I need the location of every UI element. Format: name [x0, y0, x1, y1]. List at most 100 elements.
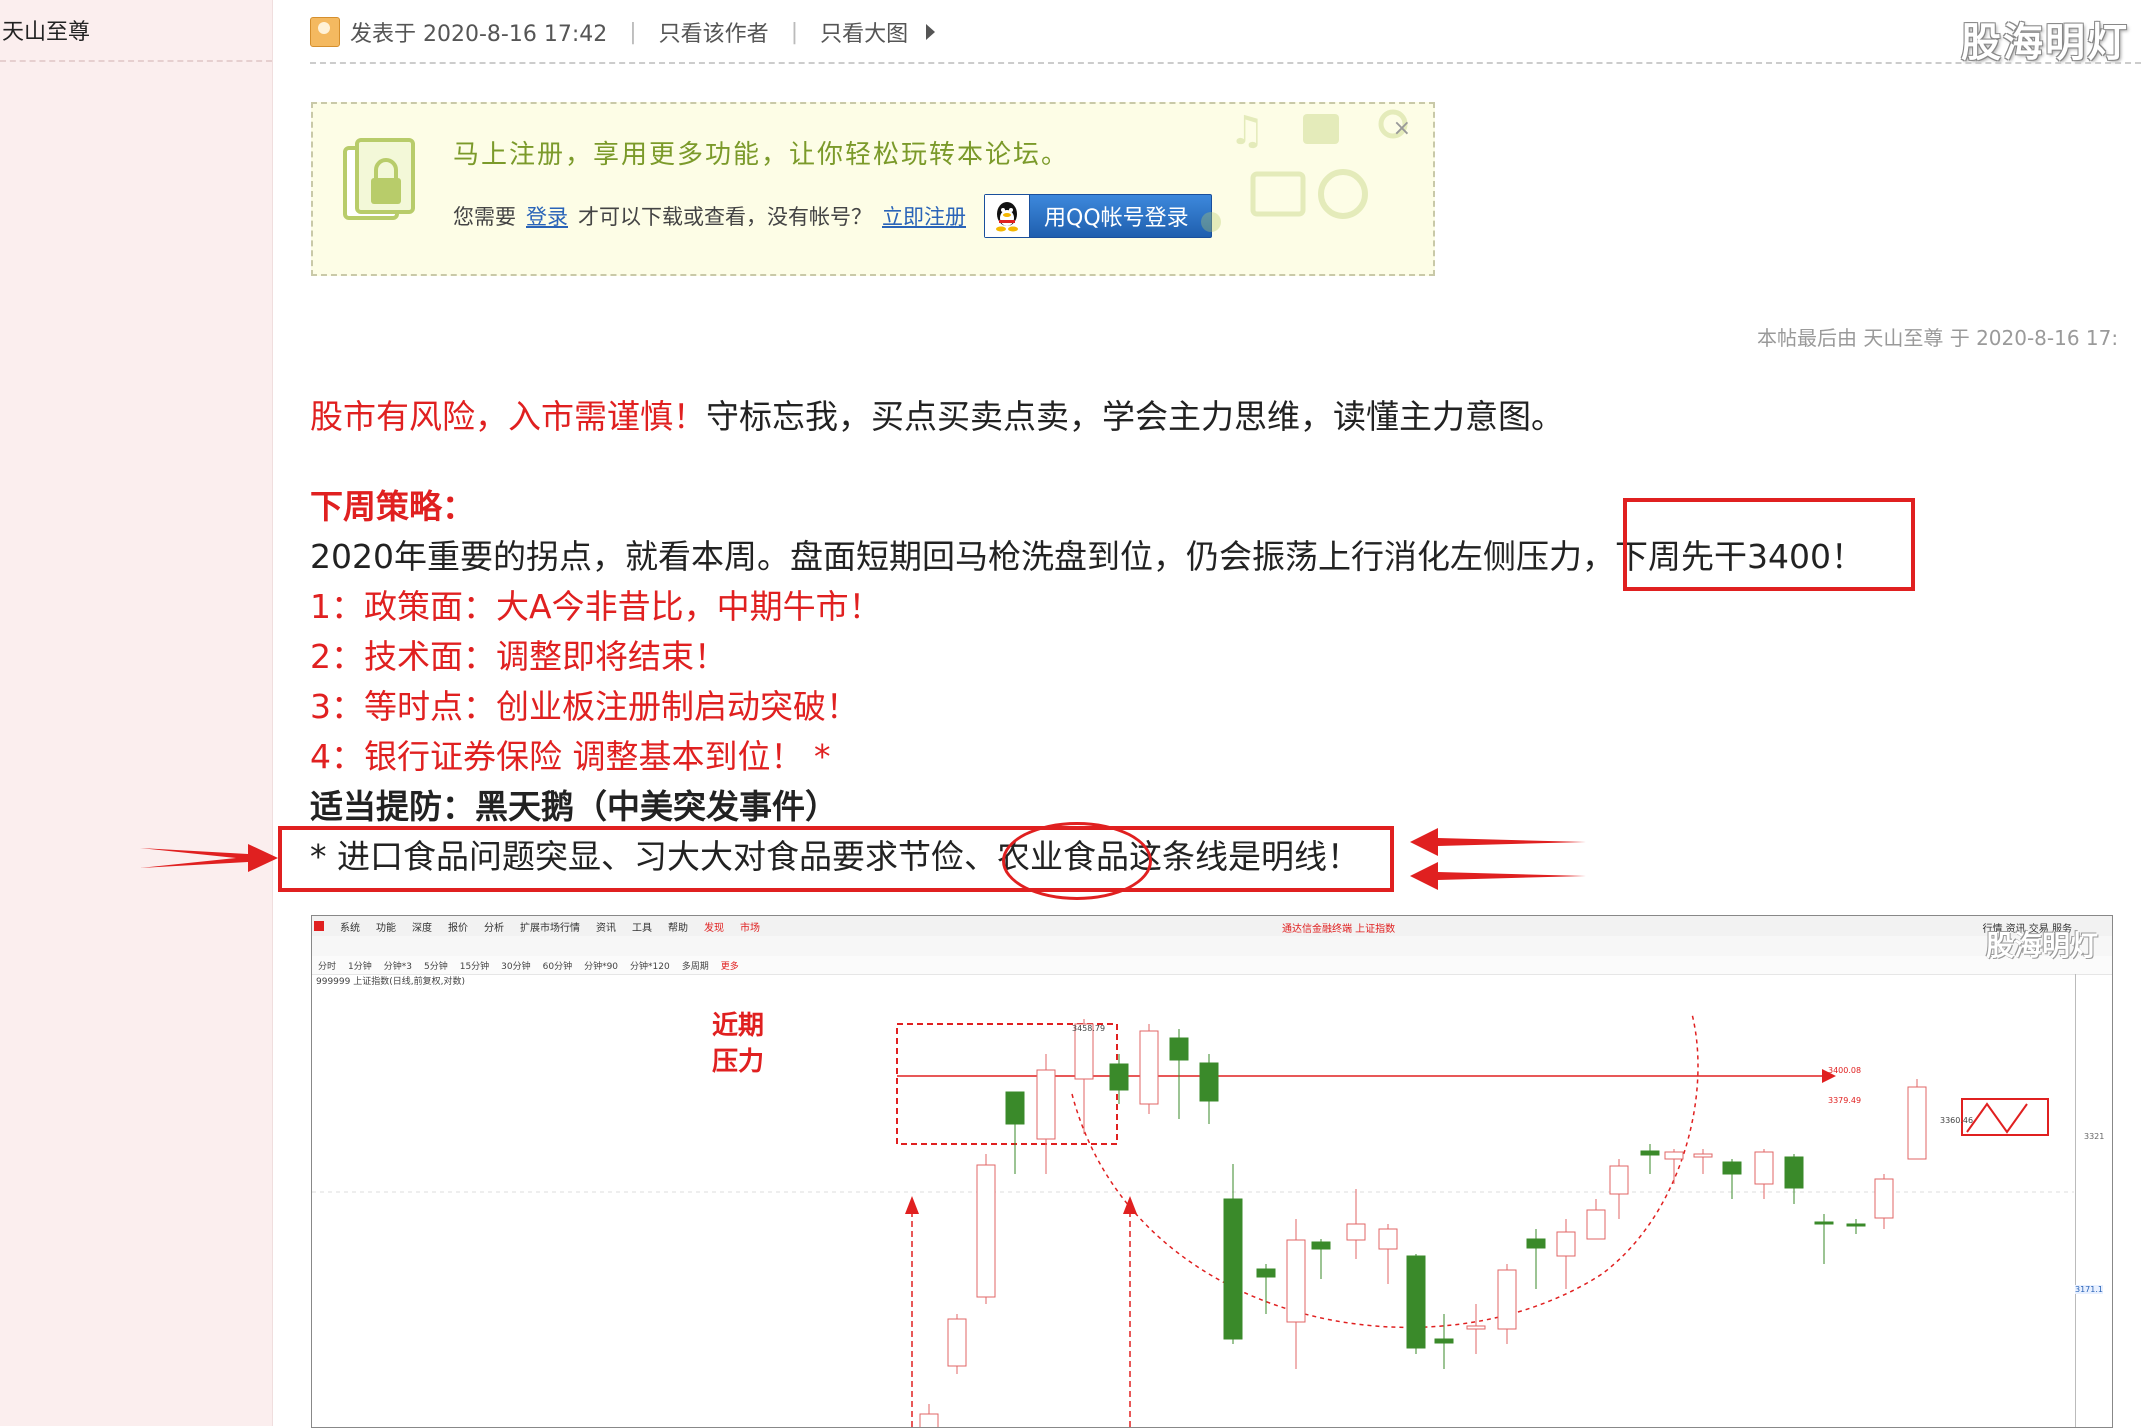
axis-price-tag: 3171.1 [2075, 1285, 2103, 1294]
menu-item[interactable]: 市场 [740, 919, 760, 934]
menu-item[interactable]: 报价 [448, 919, 468, 934]
qq-penguin-icon [985, 195, 1030, 237]
menu-item[interactable]: 帮助 [668, 919, 688, 934]
menu-item[interactable]: 深度 [412, 919, 432, 934]
left-arrow-icon [140, 844, 278, 872]
locked-document-icon [343, 138, 415, 220]
register-prompt: 马上注册，享用更多功能，让你轻松玩转本论坛。 您需要 登录 才可以下载或查看，没… [311, 102, 1435, 276]
terminal-title: 通达信金融终端 上证指数 [1282, 924, 1396, 935]
candle-body [1609, 1165, 1629, 1195]
chart-watermark: 股海明灯 [1985, 929, 2098, 962]
point-4: 4：银行证券保险 调整基本到位！ * [310, 737, 831, 776]
period-item[interactable]: 分钟*3 [384, 959, 412, 972]
candle-body [1556, 1231, 1576, 1257]
candle-body [1346, 1223, 1366, 1241]
candle-body [947, 1318, 967, 1367]
candle-body [1784, 1156, 1804, 1189]
period-item[interactable]: 5分钟 [424, 959, 448, 972]
terminal-menu-bar: 系统 功能 深度 报价 分析 扩展市场行情 资讯 工具 帮助 发现 市场 [312, 916, 2112, 937]
menu-item[interactable]: 资讯 [596, 919, 616, 934]
period-item[interactable]: 1分钟 [348, 959, 372, 972]
note-highlight-box [278, 826, 1394, 892]
candle-body [919, 1413, 939, 1427]
menu-item[interactable]: 系统 [340, 919, 360, 934]
play-arrow-icon[interactable] [926, 24, 936, 40]
candle-body [1586, 1209, 1606, 1240]
candle-body [1640, 1150, 1660, 1156]
risk-warning: 股市有风险，入市需谨慎！ [310, 397, 706, 436]
point-1: 1：政策面：大A今非昔比，中期牛市！ [310, 587, 882, 626]
login-link[interactable]: 登录 [526, 201, 568, 231]
candle-body [976, 1164, 996, 1298]
candle-body [1846, 1223, 1866, 1227]
qq-button-label: 用QQ帐号登录 [1044, 206, 1189, 231]
caution-line: 适当提防：黑天鹅（中美突发事件） [310, 787, 838, 826]
period-item[interactable]: 30分钟 [501, 959, 530, 972]
pressure-annotation: 近期 压力 [712, 1008, 764, 1080]
intro-line: 股市有风险，入市需谨慎！守标忘我，买点买卖点卖，学会主力思维，读懂主力意图。 [310, 390, 1564, 438]
author-name[interactable]: 天山至尊 [2, 14, 90, 46]
candle-body [1526, 1238, 1546, 1249]
period-item[interactable]: 分钟*90 [584, 959, 618, 972]
annotation-line-2: 压力 [712, 1047, 765, 1077]
candle-body [1378, 1228, 1398, 1250]
menu-item[interactable]: 工具 [632, 919, 652, 934]
candle-body [1497, 1269, 1517, 1330]
only-author-link[interactable]: 只看该作者 [659, 16, 769, 48]
period-item[interactable]: 分时 [318, 959, 336, 972]
terminal-toolbar [312, 936, 2112, 957]
separator: | [790, 19, 799, 45]
price-label: 3400.08 [1828, 1066, 1862, 1075]
candle-body [1223, 1198, 1243, 1340]
header-divider [310, 62, 2141, 64]
target-highlight-box [1623, 498, 1915, 591]
candle-body [1256, 1268, 1276, 1278]
menu-item[interactable]: 扩展市场行情 [520, 919, 580, 934]
axis-tick-label: 3321 [2084, 1132, 2105, 1141]
register-middle: 才可以下载或查看，没有帐号？ [578, 205, 872, 229]
point-2: 2：技术面：调整即将结束！ [310, 637, 727, 676]
edit-note: 本帖最后由 天山至尊 于 2020-8-16 17: [1757, 326, 2119, 350]
only-big-image-link[interactable]: 只看大图 [820, 16, 908, 48]
point-3: 3：等时点：创业板注册制启动突破！ [310, 687, 859, 726]
candle-body [1036, 1069, 1056, 1140]
register-link[interactable]: 立即注册 [882, 201, 966, 231]
circled-highlight [1002, 822, 1152, 900]
candle-body [1434, 1338, 1454, 1344]
period-item[interactable]: 更多 [721, 959, 739, 972]
user-icon [310, 17, 340, 47]
candle-body [1814, 1221, 1834, 1225]
candle-body [1874, 1178, 1894, 1219]
intro-text: 守标忘我，买点买卖点卖，学会主力思维，读懂主力意图。 [706, 397, 1564, 436]
period-item[interactable]: 多周期 [682, 959, 709, 972]
menu-item[interactable]: 功能 [376, 919, 396, 934]
candle-body [1466, 1325, 1486, 1330]
register-title: 马上注册，享用更多功能，让你轻松玩转本论坛。 [453, 140, 1070, 170]
candle-body [1754, 1151, 1774, 1185]
candle-body [1693, 1153, 1713, 1158]
menu-item[interactable]: 分析 [484, 919, 504, 934]
qq-login-button[interactable]: 用QQ帐号登录 [984, 194, 1212, 238]
candle-body [1406, 1255, 1426, 1349]
period-item[interactable]: 分钟*120 [630, 959, 670, 972]
svg-text:♫: ♫ [1229, 108, 1265, 154]
strategy-main: 2020年重要的拐点，就看本周。盘面短期回马枪洗盘到位，仍会振荡上行消化左侧压力… [310, 537, 1615, 576]
candle-body [1907, 1086, 1927, 1160]
candlestick-chart [312, 1013, 2074, 1427]
author-sidebar: 天山至尊 [0, 0, 273, 1426]
close-icon[interactable]: × [1393, 116, 1411, 141]
separator: | [629, 19, 637, 45]
menu-item[interactable]: 发现 [704, 919, 724, 934]
watermark-logo: 股海明灯 [1961, 20, 2129, 66]
period-item[interactable]: 15分钟 [460, 959, 489, 972]
candle-body [1664, 1151, 1684, 1160]
price-label: 3458.79 [1072, 1024, 1106, 1033]
right-arrows-icon [1410, 828, 1586, 890]
price-label: 3360.46 [1940, 1116, 1974, 1125]
app-logo-icon [314, 921, 324, 931]
register-prefix: 您需要 [453, 205, 516, 229]
strategy-title: 下周策略： [310, 487, 475, 526]
candle-body [1139, 1030, 1159, 1105]
candle-body [1286, 1239, 1306, 1323]
period-item[interactable]: 60分钟 [543, 959, 572, 972]
